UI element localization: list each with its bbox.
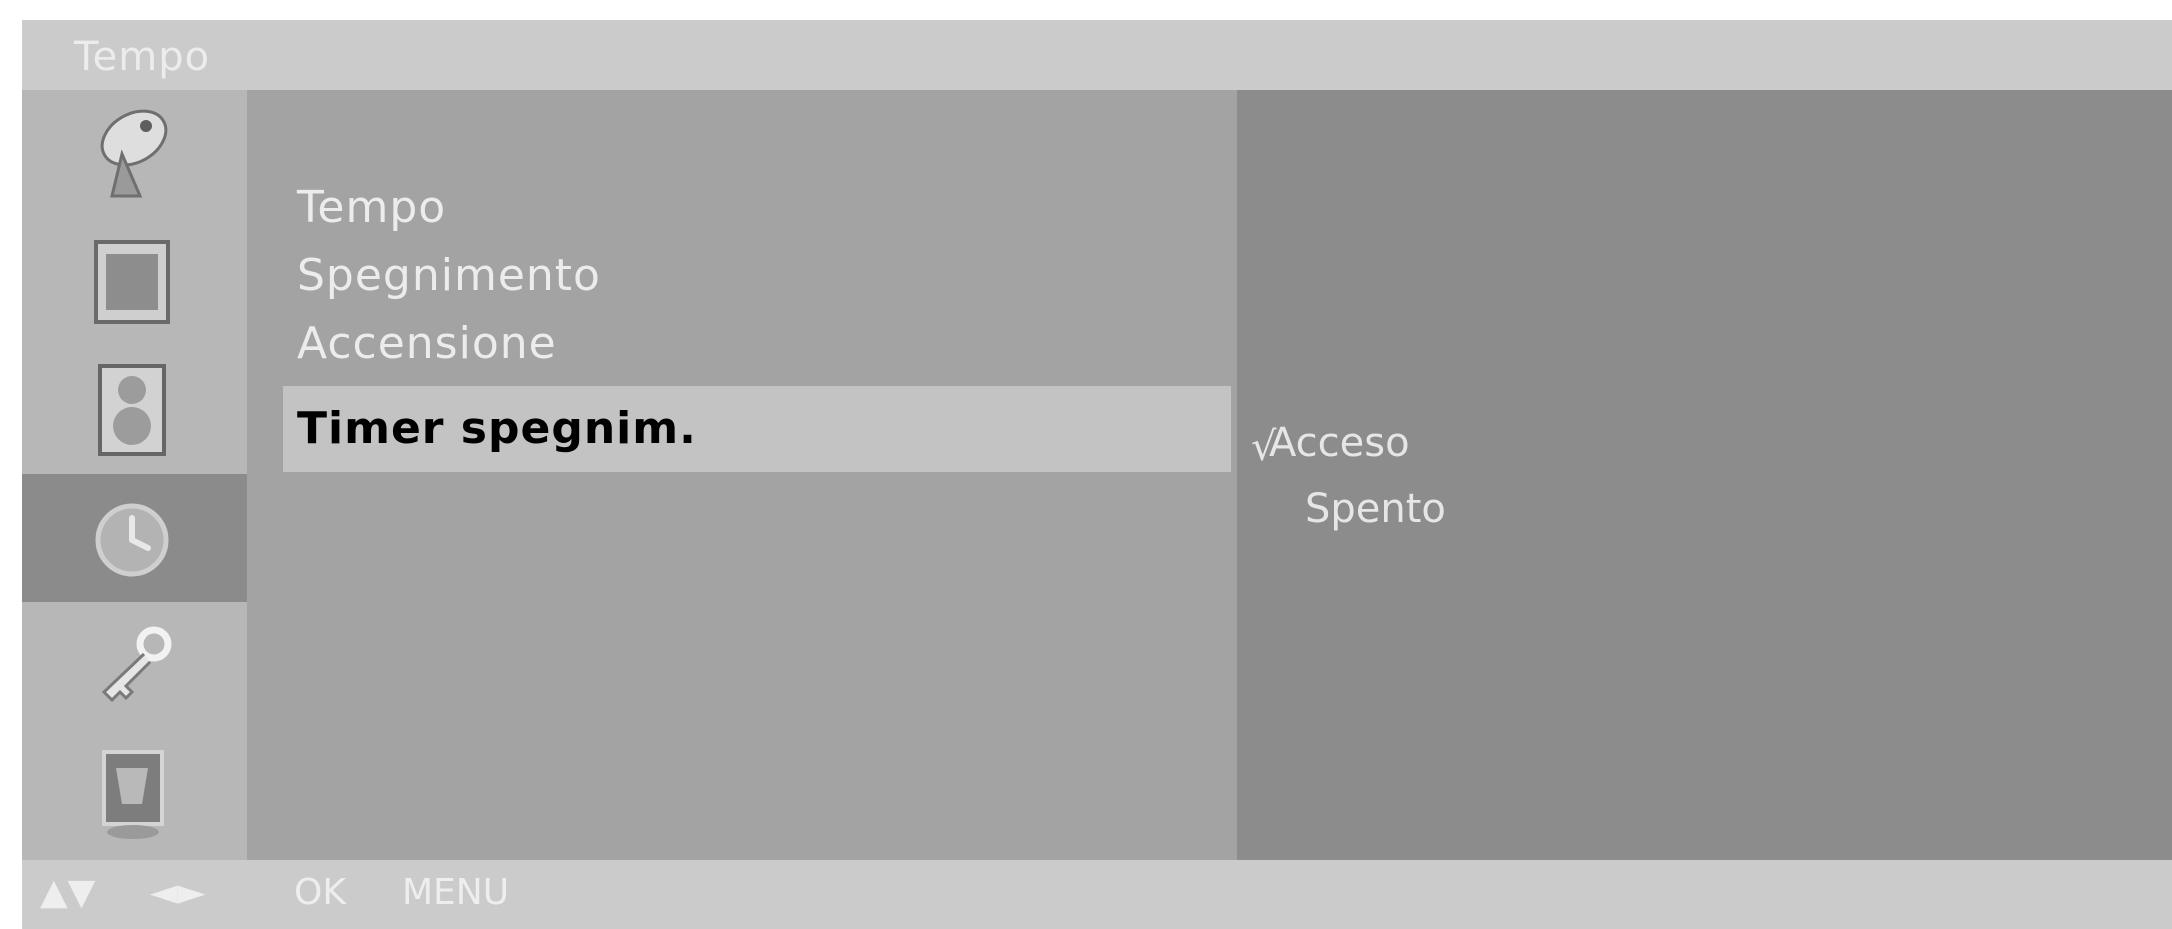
clock-icon	[95, 503, 169, 577]
menu-item-spegnimento[interactable]: Spegnimento	[297, 250, 601, 301]
option-spento[interactable]: Spento	[1305, 486, 1446, 532]
up-down-arrows-icon: ▲▼	[40, 872, 96, 913]
left-right-arrows-icon: ◄►	[150, 872, 206, 913]
category-screen[interactable]	[22, 730, 247, 858]
speaker-icon	[98, 364, 166, 456]
option-acceso[interactable]: Acceso	[1269, 420, 1410, 466]
special-icon	[102, 750, 164, 839]
key-icon	[101, 626, 172, 703]
category-special[interactable]	[22, 602, 247, 730]
ok-hint: OK	[294, 872, 346, 913]
category-icon-column	[22, 90, 247, 860]
menu-item-timer-spegnim[interactable]: Timer spegnim.	[283, 386, 1231, 472]
category-station[interactable]	[22, 90, 247, 218]
options-panel: √ Acceso Spento	[1237, 90, 2172, 860]
category-time[interactable]	[22, 474, 247, 602]
page-title: Tempo	[74, 34, 211, 80]
category-sound[interactable]	[22, 346, 247, 474]
title-bar: Tempo	[22, 20, 2172, 90]
footer-bar: ▲▼ ◄► OK MENU	[22, 860, 2172, 929]
menu-item-tempo[interactable]: Tempo	[297, 182, 446, 233]
menu-hint: MENU	[402, 872, 510, 913]
picture-icon	[94, 240, 170, 324]
menu-item-accensione[interactable]: Accensione	[297, 318, 557, 369]
osd-window: Tempo Tempo Spegnimento Accensione Timer…	[22, 20, 2172, 929]
category-picture[interactable]	[22, 218, 247, 346]
satellite-dish-icon	[100, 109, 168, 198]
menu-list: Tempo Spegnimento Accensione Timer spegn…	[247, 90, 1237, 860]
